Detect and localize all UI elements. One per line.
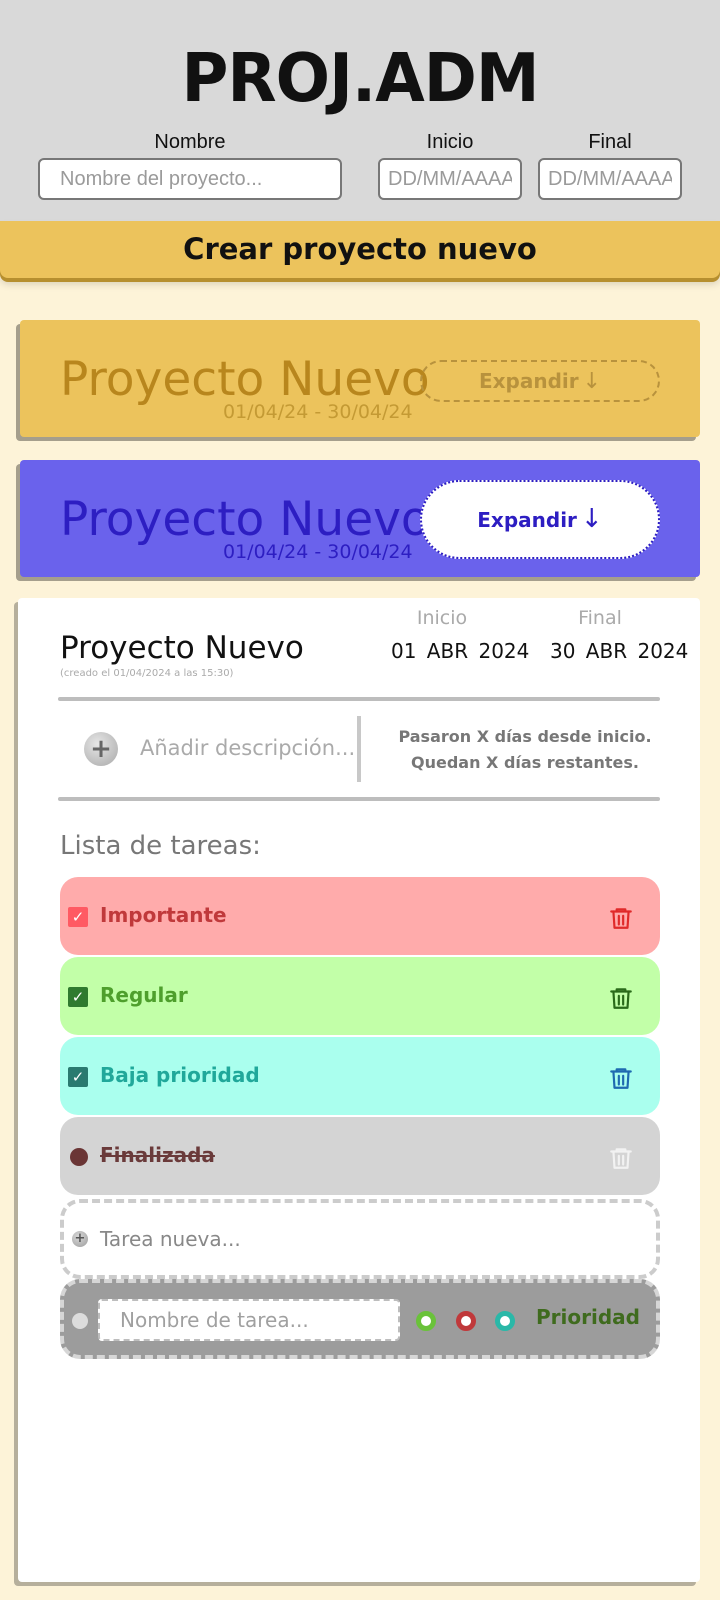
bullet-icon [70, 1148, 88, 1166]
expand-label: Expandir [477, 508, 577, 532]
new-task-label: Tarea nueva... [100, 1227, 241, 1251]
project-name-label: Nombre [154, 131, 226, 153]
task-label: Regular [100, 983, 188, 1007]
add-icon: + [72, 1231, 88, 1247]
project-card-dates: 01/04/24 - 30/04/24 [223, 541, 413, 563]
add-description-button[interactable]: Añadir descripción... [140, 736, 355, 760]
priority-low-radio[interactable] [495, 1311, 515, 1331]
priority-label: Prioridad [536, 1305, 640, 1329]
project-detail-panel: Proyecto Nuevo (creado el 01/04/2024 a l… [18, 598, 700, 1582]
task-item[interactable]: ✓ Regular [60, 957, 660, 1035]
start-label: Inicio [416, 607, 468, 629]
task-label: Finalizada [100, 1143, 215, 1167]
days-passed: Pasaron X días desde inicio. [398, 727, 652, 746]
add-icon[interactable]: + [84, 732, 118, 766]
task-name-input[interactable] [98, 1299, 400, 1341]
project-card-title: Proyecto Nuevo [60, 492, 430, 547]
tasks-heading: Lista de tareas: [60, 831, 261, 861]
end-date: 30 ABR 2024 [550, 639, 689, 663]
priority-regular-radio[interactable] [416, 1311, 436, 1331]
end-date-input[interactable] [538, 158, 682, 200]
days-info: Pasaron X días desde inicio. Quedan X dí… [370, 724, 680, 776]
task-checkbox[interactable]: ✓ [68, 987, 88, 1007]
task-item[interactable]: ✓ Baja prioridad [60, 1037, 660, 1115]
start-date-input[interactable] [378, 158, 522, 200]
project-card-dates: 01/04/24 - 30/04/24 [223, 401, 413, 423]
end-label: Final [578, 607, 622, 629]
task-checkbox[interactable]: ✓ [68, 907, 88, 927]
trash-icon[interactable] [608, 1065, 634, 1091]
project-name-input[interactable] [38, 158, 342, 200]
project-card: Proyecto Nuevo 01/04/24 - 30/04/24 Expan… [20, 320, 700, 437]
task-item[interactable]: Finalizada [60, 1117, 660, 1195]
arrow-down-icon: ↓ [582, 369, 602, 394]
bullet-icon [72, 1313, 88, 1329]
new-task-button[interactable]: + Tarea nueva... [60, 1199, 660, 1279]
start-date: 01 ABR 2024 [391, 639, 530, 663]
task-label: Baja prioridad [100, 1063, 260, 1087]
expand-button[interactable]: Expandir ↓ [420, 360, 660, 402]
project-card-title: Proyecto Nuevo [60, 352, 430, 407]
trash-icon[interactable] [608, 1145, 634, 1171]
task-label: Importante [100, 903, 227, 927]
header: PROJ.ADM Nombre Inicio Final [0, 0, 720, 221]
project-title: Proyecto Nuevo [60, 630, 304, 666]
app-logo: PROJ.ADM [181, 40, 539, 118]
priority-important-radio[interactable] [456, 1311, 476, 1331]
days-left: Quedan X días restantes. [411, 753, 639, 772]
trash-icon[interactable] [608, 985, 634, 1011]
task-checkbox[interactable]: ✓ [68, 1067, 88, 1087]
end-date-label: Final [588, 131, 632, 153]
divider [58, 697, 660, 701]
start-date-label: Inicio [426, 131, 474, 153]
expand-button[interactable]: Expandir ↓ [420, 480, 660, 559]
task-item[interactable]: ✓ Importante [60, 877, 660, 955]
vertical-divider [357, 716, 361, 782]
task-form: Prioridad [60, 1279, 660, 1359]
create-project-button[interactable]: Crear proyecto nuevo [0, 221, 720, 278]
expand-label: Expandir [478, 369, 579, 393]
divider [58, 797, 660, 801]
arrow-down-icon: ↓ [580, 504, 603, 534]
project-card: Proyecto Nuevo 01/04/24 - 30/04/24 Expan… [20, 460, 700, 577]
trash-icon[interactable] [608, 905, 634, 931]
created-timestamp: (creado el 01/04/2024 a las 15:30) [60, 668, 234, 679]
